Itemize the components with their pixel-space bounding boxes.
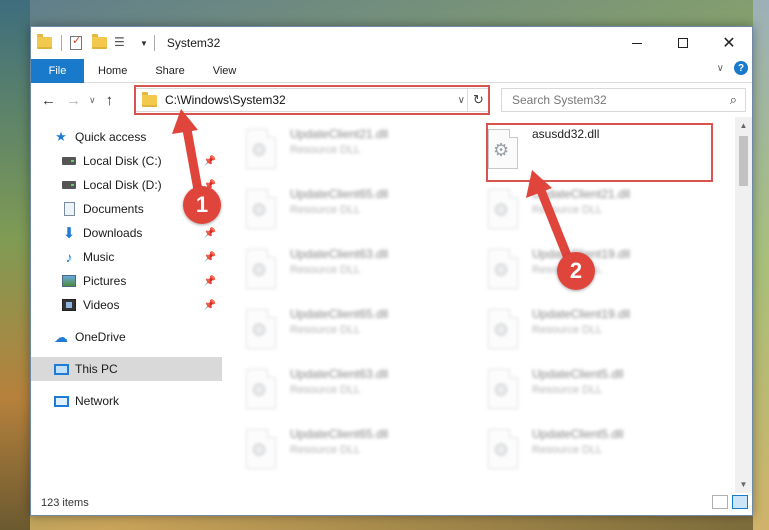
arrow-2-shaft	[535, 183, 573, 263]
arrow-1-shaft	[181, 119, 203, 195]
step-marker-2: 2	[557, 252, 595, 290]
annotation-arrows	[172, 109, 573, 263]
step-marker-1: 1	[183, 186, 221, 224]
arrow-1-head	[172, 109, 198, 134]
